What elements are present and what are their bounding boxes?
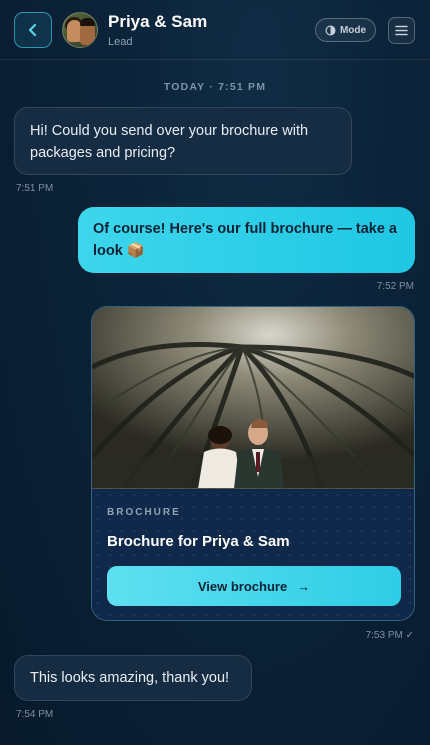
incoming-message: This looks amazing, thank you! (14, 655, 252, 701)
card-title: Brochure for Priya & Sam (107, 533, 290, 550)
arrow-right-icon: → (297, 578, 311, 594)
contact-name: Priya & Sam (108, 12, 208, 31)
chat-header: Priya & Sam Lead Mode (0, 0, 430, 60)
brochure-card-body: BROCHURE Brochure for Priya & Sam View b… (92, 489, 414, 620)
message-time: 7:52 PM (376, 281, 414, 292)
message-text: Hi! Could you send over your brochure wi… (30, 123, 309, 161)
message-time: 7:54 PM (16, 709, 54, 720)
menu-button[interactable] (388, 17, 415, 44)
brochure-cover-image (92, 307, 414, 489)
contact-status: Lead (108, 36, 133, 48)
message-time: 7:53 PM ✓ (365, 630, 414, 641)
date-separator: TODAY · 7:51 PM (163, 81, 267, 93)
back-button[interactable] (14, 12, 52, 48)
view-brochure-button[interactable]: View brochure → (107, 566, 401, 606)
view-brochure-label: View brochure (197, 578, 288, 594)
hamburger-menu-icon (395, 25, 408, 36)
incoming-message: Hi! Could you send over your brochure wi… (14, 107, 352, 175)
outgoing-message: Of course! Here's our full brochure — ta… (78, 207, 415, 273)
message-text: Of course! Here's our full brochure — ta… (93, 221, 397, 259)
mode-label: Mode (339, 24, 367, 36)
message-text: This looks amazing, thank you! (30, 670, 230, 686)
brochure-card[interactable]: BROCHURE Brochure for Priya & Sam View b… (91, 306, 415, 621)
card-label: BROCHURE (107, 507, 181, 518)
avatar[interactable] (62, 12, 98, 48)
contrast-icon (325, 25, 336, 35)
message-time: 7:51 PM (16, 183, 54, 194)
mode-toggle-button[interactable]: Mode (315, 18, 376, 42)
chevron-left-icon (28, 23, 37, 37)
